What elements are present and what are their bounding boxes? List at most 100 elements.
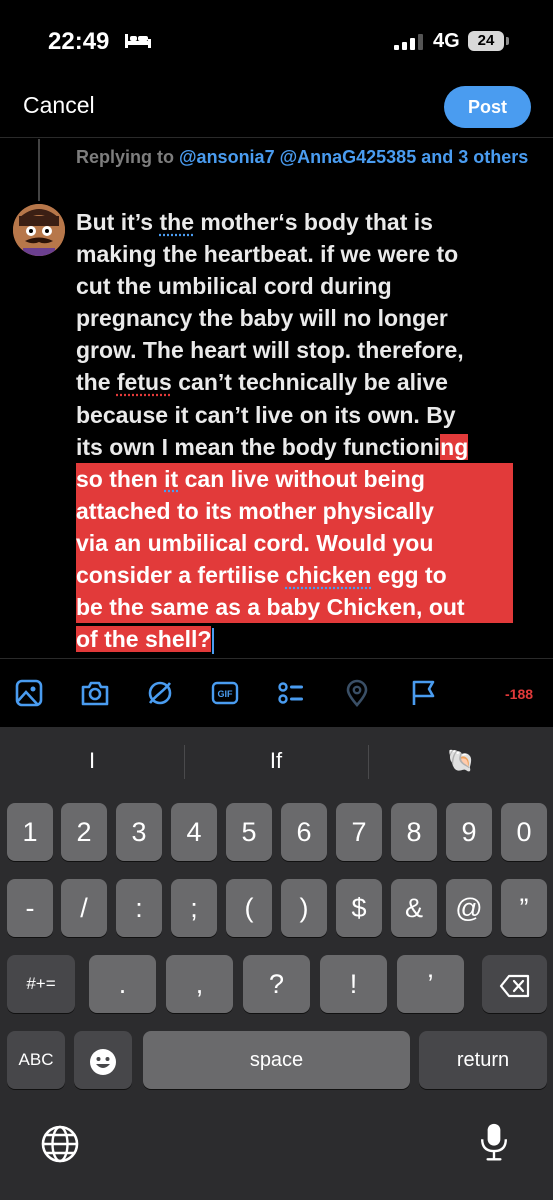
compose-line: because it can’t live on its own. By: [76, 399, 546, 431]
tweet-compose-text[interactable]: But it’s the mother‘s body that is makin…: [76, 206, 546, 655]
cancel-button[interactable]: Cancel: [23, 92, 95, 119]
key-hyphen[interactable]: -: [7, 879, 53, 937]
key-7[interactable]: 7: [336, 803, 382, 861]
suggestion-1[interactable]: I: [82, 748, 102, 774]
compose-line: grow. The heart will stop. therefore,: [76, 334, 546, 366]
key-8[interactable]: 8: [391, 803, 437, 861]
compose-text-segment: can’t technically be alive: [171, 369, 448, 396]
camera-icon[interactable]: [80, 678, 110, 708]
compose-line: of the shell?: [76, 623, 546, 655]
status-bar: 22:49 4G 24: [0, 0, 553, 84]
character-count: -188: [505, 686, 534, 702]
compose-line: But it’s the mother‘s body that is: [76, 206, 546, 238]
selected-text[interactable]: be the same as a baby Chicken, out: [76, 591, 513, 624]
globe-icon[interactable]: [40, 1124, 80, 1164]
compose-line: the fetus can’t technically be alive: [76, 366, 546, 398]
image-icon[interactable]: [14, 678, 44, 708]
network-type: 4G: [433, 30, 460, 52]
gif-selector-icon[interactable]: [145, 678, 175, 708]
compose-line: consider a fertilise chicken egg to: [76, 559, 546, 592]
key-semicolon[interactable]: ;: [171, 879, 217, 937]
selected-text[interactable]: ng: [440, 433, 469, 460]
key-5[interactable]: 5: [226, 803, 272, 861]
selected-text[interactable]: attached to its mother physically: [76, 494, 513, 527]
key-exclamation[interactable]: !: [320, 955, 387, 1013]
key-2[interactable]: 2: [61, 803, 107, 861]
reply-mentions-link[interactable]: @ansonia7 @AnnaG425385 and 3 others: [179, 147, 528, 167]
key-colon[interactable]: :: [116, 879, 162, 937]
compose-text-segment: the: [76, 369, 117, 396]
location-icon: [342, 678, 372, 708]
replying-prefix: Replying to: [76, 147, 179, 167]
key-dollar[interactable]: $: [336, 879, 382, 937]
microphone-icon[interactable]: [474, 1122, 514, 1162]
text-cursor: [212, 628, 215, 655]
selected-text-line[interactable]: of the shell?: [76, 626, 212, 653]
selected-text: can live without being: [178, 465, 425, 492]
key-6[interactable]: 6: [281, 803, 327, 861]
gif-label: GIF: [218, 689, 234, 699]
key-1[interactable]: 1: [7, 803, 53, 861]
compose-line: pregnancy the baby will no longer: [76, 302, 546, 334]
battery-indicator: 24: [468, 31, 504, 51]
key-period[interactable]: .: [89, 955, 156, 1013]
key-question[interactable]: ?: [243, 955, 310, 1013]
thread-connector: [38, 139, 40, 201]
header-divider: [0, 137, 553, 138]
selected-text: egg to: [371, 562, 447, 589]
key-ampersand[interactable]: &: [391, 879, 437, 937]
compose-line: making the heartbeat. if we were to: [76, 238, 546, 270]
selected-text-line[interactable]: so then it can live without being: [76, 462, 513, 495]
toolbar-divider: [0, 658, 553, 659]
replying-to: Replying to @ansonia7 @AnnaG425385 and 3…: [76, 143, 536, 171]
selected-text[interactable]: via an umbilical cord. Would you: [76, 526, 513, 560]
compose-line: its own I mean the body functioning: [76, 431, 546, 463]
suggestion-divider: [184, 745, 185, 779]
key-at[interactable]: @: [446, 879, 492, 937]
symbols-key[interactable]: #+=: [7, 955, 75, 1013]
compose-text-segment: because it can’t live on its own. By: [76, 401, 456, 428]
flag-icon[interactable]: [408, 678, 438, 708]
compose-text-segment: But it’s: [76, 209, 160, 235]
selected-text-line[interactable]: consider a fertilise chicken egg to: [76, 559, 513, 592]
compose-line: so then it can live without being: [76, 462, 546, 495]
backspace-icon: [499, 974, 529, 997]
space-key[interactable]: space: [143, 1031, 410, 1089]
key-comma[interactable]: ,: [166, 955, 233, 1013]
sleep-mode-icon: [125, 34, 151, 48]
emoji-key[interactable]: [74, 1031, 132, 1089]
compose-text-segment: mother‘s body that is: [193, 209, 433, 235]
grammar-flagged-word[interactable]: the: [159, 209, 194, 235]
selected-text: of the shell?: [76, 626, 212, 653]
key-9[interactable]: 9: [446, 803, 492, 861]
selected-text: so then: [76, 465, 165, 492]
key-quote[interactable]: ”: [501, 879, 547, 937]
key-slash[interactable]: /: [61, 879, 107, 937]
status-time: 22:49: [48, 28, 110, 55]
return-key[interactable]: return: [419, 1031, 547, 1089]
gif-icon[interactable]: GIF: [210, 678, 240, 708]
emoji-icon: [90, 1048, 116, 1075]
key-4[interactable]: 4: [171, 803, 217, 861]
compose-line: be the same as a baby Chicken, out: [76, 591, 546, 624]
compose-text-segment: cut the umbilical cord during: [76, 273, 392, 300]
delete-key[interactable]: [482, 955, 547, 1013]
poll-icon[interactable]: [276, 678, 306, 708]
grammar-flagged-word: chicken: [285, 562, 372, 589]
compose-text-segment: its own I mean the body functioni: [76, 433, 441, 460]
key-apostrophe[interactable]: ’: [397, 955, 464, 1013]
compose-line: cut the umbilical cord during: [76, 270, 546, 302]
compose-line: via an umbilical cord. Would you: [76, 526, 546, 560]
key-3[interactable]: 3: [116, 803, 162, 861]
selected-text: consider a fertilise: [76, 562, 286, 589]
suggestion-2[interactable]: If: [256, 748, 296, 774]
key-close-paren[interactable]: ): [281, 879, 327, 937]
abc-key[interactable]: ABC: [7, 1031, 65, 1089]
grammar-flagged-word: it: [164, 465, 179, 492]
misspelled-word[interactable]: fetus: [117, 369, 172, 395]
avatar[interactable]: [13, 204, 65, 256]
key-0[interactable]: 0: [501, 803, 547, 861]
suggestion-3-emoji[interactable]: 🐚: [443, 748, 479, 774]
post-button[interactable]: Post: [444, 86, 531, 128]
key-open-paren[interactable]: (: [226, 879, 272, 937]
